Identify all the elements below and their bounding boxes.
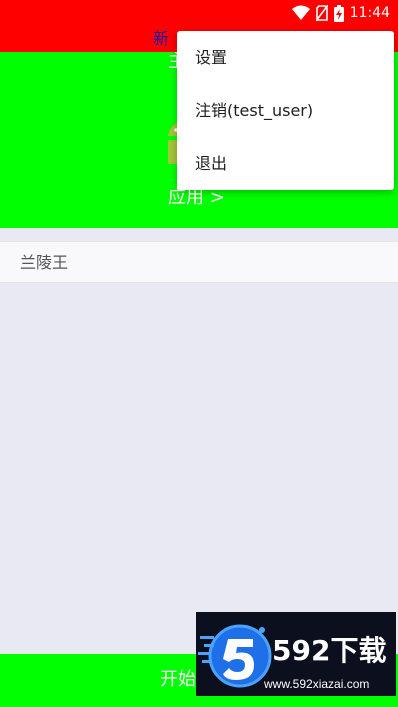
status-time: 11:44: [349, 5, 390, 21]
watermark: 592下载 www.592xiazai.com: [196, 612, 396, 696]
list-item-label: 兰陵王: [20, 253, 69, 272]
list-item[interactable]: 兰陵王: [0, 241, 398, 283]
status-bar: 11:44: [0, 0, 398, 26]
wifi-icon: [291, 5, 310, 20]
menu-item-exit[interactable]: 退出: [177, 137, 394, 190]
menu-item-logout[interactable]: 注销(test_user): [177, 84, 394, 137]
watermark-logo-icon: [198, 624, 272, 688]
battery-charging-icon: [333, 4, 344, 22]
watermark-url: www.592xiazai.com: [264, 677, 370, 691]
menu-item-settings[interactable]: 设置: [177, 31, 394, 84]
overflow-menu: 设置 注销(test_user) 退出: [177, 31, 394, 190]
section-gap: [0, 228, 398, 240]
start-button-label: 开始: [160, 669, 196, 690]
no-sim-icon: [315, 5, 328, 21]
status-icons: 11:44: [291, 4, 390, 22]
watermark-logo-text: 592下载: [272, 634, 387, 667]
